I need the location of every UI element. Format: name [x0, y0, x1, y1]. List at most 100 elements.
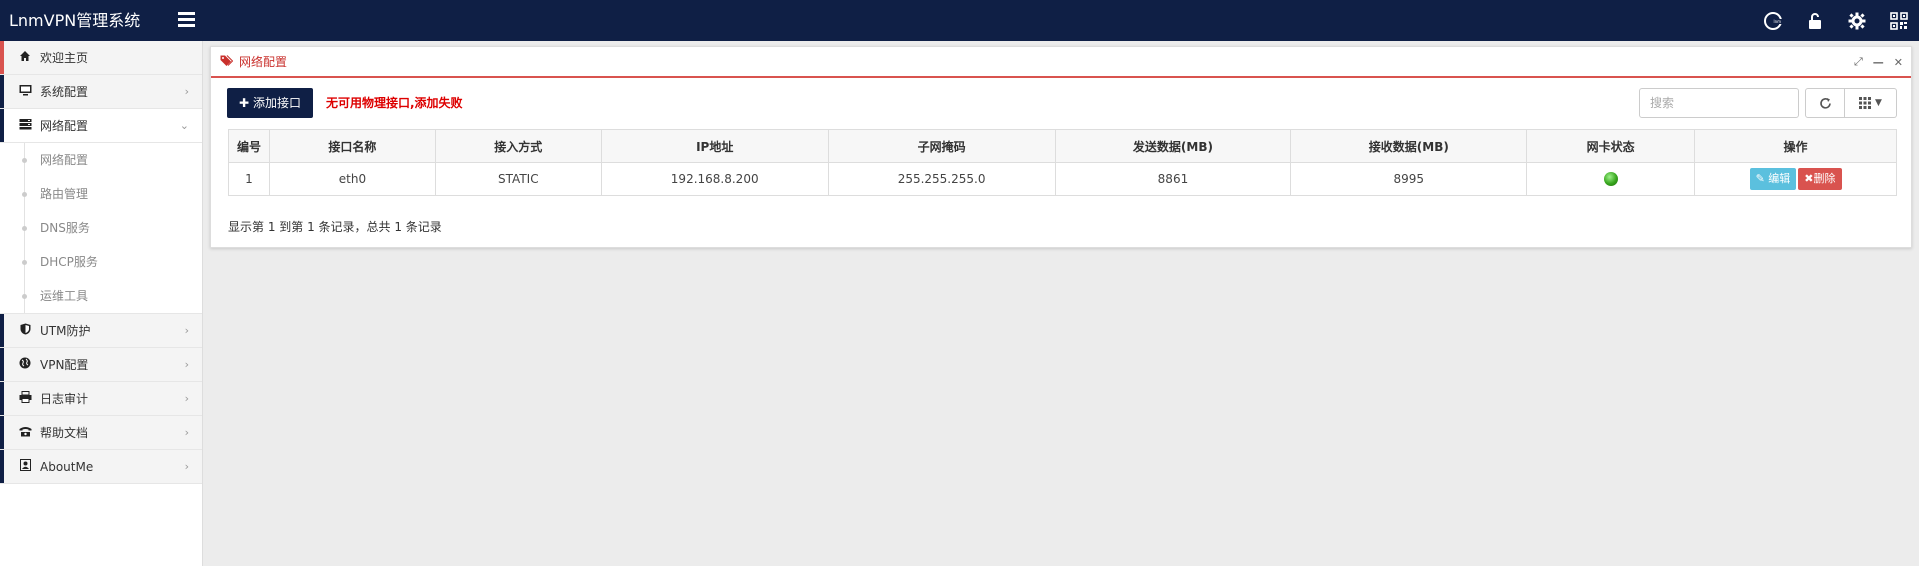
column-header[interactable]: 网卡状态: [1526, 129, 1696, 163]
chevron-right-icon: ›: [184, 358, 189, 371]
qrcode-icon[interactable]: [1889, 11, 1909, 31]
delete-button[interactable]: ✖删除: [1798, 168, 1842, 190]
column-header[interactable]: 发送数据(MB): [1054, 129, 1292, 163]
submenu-label: 路由管理: [40, 187, 89, 201]
minimize-icon[interactable]: —: [1873, 56, 1884, 69]
add-interface-button[interactable]: ✚ 添加接口: [227, 88, 313, 118]
column-header[interactable]: 子网掩码: [827, 129, 1056, 163]
globe-icon: [17, 348, 33, 382]
cell-received-data: 8995: [1290, 162, 1528, 196]
column-header[interactable]: 编号: [228, 129, 270, 163]
columns-toggle-button[interactable]: ▼: [1845, 88, 1897, 118]
phone-icon: [17, 416, 33, 450]
column-header: 操作: [1694, 129, 1897, 163]
sidebar-item-label: UTM防护: [40, 324, 91, 338]
cell-sent-data: 8861: [1054, 162, 1292, 196]
column-header[interactable]: IP地址: [600, 129, 829, 163]
grid-icon: [1859, 97, 1872, 109]
bullet-icon: [22, 226, 27, 231]
tags-icon: [220, 55, 234, 70]
edit-button[interactable]: ✎ 编辑: [1749, 168, 1797, 190]
chevron-right-icon: ›: [184, 85, 189, 98]
close-icon[interactable]: ✕: [1894, 56, 1903, 69]
submenu-item-dns[interactable]: DNS服务: [0, 211, 202, 245]
column-header[interactable]: 接收数据(MB): [1290, 129, 1528, 163]
panel-header: 网络配置 ⤢ — ✕: [211, 47, 1911, 78]
sidebar-item-label: 欢迎主页: [40, 51, 89, 65]
sidebar-item-vpn[interactable]: VPN配置 ›: [0, 348, 202, 382]
edit-icon: ✎: [1755, 172, 1765, 185]
cell-ip-address: 192.168.8.200: [600, 162, 829, 196]
chevron-right-icon: ›: [184, 460, 189, 473]
chevron-right-icon: ›: [184, 392, 189, 405]
table-row[interactable]: 1 eth0 STATIC 192.168.8.200 255.255.255.…: [228, 162, 1897, 196]
cell-nic-status: [1526, 162, 1696, 196]
unlock-icon[interactable]: [1805, 11, 1825, 31]
cell-actions: ✎ 编辑 ✖删除: [1694, 162, 1897, 196]
column-header[interactable]: 接入方式: [434, 129, 602, 163]
sidebar-item-help[interactable]: 帮助文档 ›: [0, 416, 202, 450]
sidebar-item-utm[interactable]: UTM防护 ›: [0, 314, 202, 348]
error-message: 无可用物理接口,添加失败: [326, 96, 463, 110]
network-config-panel: 网络配置 ⤢ — ✕ ✚ 添加接口 无可用物理接口,添加失败 ▼: [210, 46, 1912, 248]
panel-toolbar: ✚ 添加接口 无可用物理接口,添加失败 ▼: [211, 78, 1911, 120]
edit-label: 编辑: [1768, 172, 1791, 185]
sidebar-item-label: AboutMe: [40, 460, 94, 474]
submenu-item-dhcp[interactable]: DHCP服务: [0, 245, 202, 279]
network-submenu: 网络配置 路由管理 DNS服务 DHCP服务 运维工具: [0, 143, 202, 314]
home-icon: [17, 41, 33, 75]
cell-id: 1: [228, 162, 270, 196]
contact-icon: [17, 450, 33, 484]
gear-icon[interactable]: [1847, 11, 1867, 31]
submenu-item-network-config[interactable]: 网络配置: [0, 143, 202, 177]
search-input[interactable]: [1639, 88, 1799, 118]
table-header-row: 编号 接口名称 接入方式 IP地址 子网掩码 发送数据(MB) 接收数据(MB)…: [228, 129, 1897, 163]
sidebar-item-home[interactable]: 欢迎主页: [0, 41, 202, 75]
submenu-label: 网络配置: [40, 153, 89, 167]
chevron-right-icon: ›: [184, 426, 189, 439]
sidebar-item-label: 系统配置: [40, 85, 89, 99]
sidebar-item-label: VPN配置: [40, 358, 89, 372]
sidebar-item-network-config[interactable]: 网络配置 ⌄: [0, 109, 202, 143]
sidebar-item-log-audit[interactable]: 日志审计 ›: [0, 382, 202, 416]
submenu-item-ops-tools[interactable]: 运维工具: [0, 279, 202, 313]
interfaces-table: 编号 接口名称 接入方式 IP地址 子网掩码 发送数据(MB) 接收数据(MB)…: [228, 129, 1897, 196]
submenu-item-routing[interactable]: 路由管理: [0, 177, 202, 211]
refresh-button[interactable]: [1805, 88, 1845, 118]
add-interface-label: 添加接口: [252, 96, 301, 110]
cell-interface-name: eth0: [268, 162, 436, 196]
server-icon: [17, 109, 33, 143]
cell-access-mode: STATIC: [434, 162, 602, 196]
print-icon: [17, 382, 33, 416]
delete-icon: ✖: [1804, 172, 1814, 185]
app-title[interactable]: LnmVPN管理系统: [9, 0, 140, 41]
chevron-right-icon: ›: [184, 324, 189, 337]
sidebar-item-about[interactable]: AboutMe ›: [0, 450, 202, 484]
submenu-label: DHCP服务: [40, 255, 98, 269]
expand-icon[interactable]: ⤢: [1854, 55, 1863, 69]
pagination-info: 显示第 1 到第 1 条记录，总共 1 条记录: [228, 220, 442, 234]
top-navbar: LnmVPN管理系统 lnm: [0, 0, 1919, 41]
caret-down-icon: ▼: [1875, 98, 1882, 108]
svg-text:lnm: lnm: [1774, 19, 1782, 24]
bullet-icon: [22, 294, 27, 299]
panel-title: 网络配置: [239, 55, 288, 69]
column-header[interactable]: 接口名称: [268, 129, 436, 163]
refresh-icon: [1819, 97, 1831, 109]
menu-toggle-icon[interactable]: [178, 12, 195, 28]
delete-label: 删除: [1813, 172, 1836, 185]
bullet-icon: [22, 158, 27, 163]
sidebar: 欢迎主页 系统配置 › 网络配置 ⌄ 网络配置 路由管理 DNS服务 DHCP服…: [0, 41, 203, 566]
lnm-logo-icon[interactable]: lnm: [1763, 11, 1783, 31]
sidebar-item-label: 帮助文档: [40, 426, 89, 440]
submenu-label: 运维工具: [40, 289, 89, 303]
monitor-icon: [17, 75, 33, 109]
bullet-icon: [22, 192, 27, 197]
cell-subnet-mask: 255.255.255.0: [827, 162, 1056, 196]
table-tools: ▼: [1805, 88, 1897, 118]
sidebar-item-system-config[interactable]: 系统配置 ›: [0, 75, 202, 109]
status-online-icon: [1603, 172, 1618, 187]
plus-icon: ✚: [239, 96, 250, 110]
bullet-icon: [22, 260, 27, 265]
sidebar-item-label: 日志审计: [40, 392, 89, 406]
